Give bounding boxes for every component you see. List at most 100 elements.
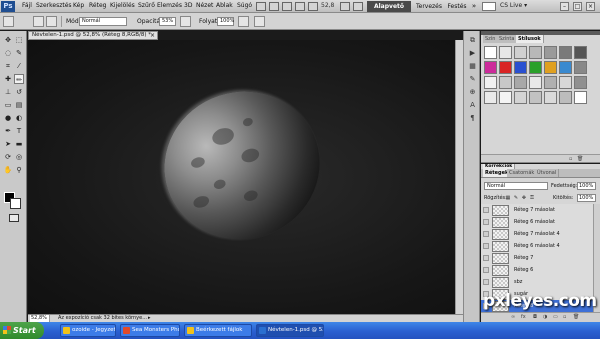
eraser-tool-icon[interactable]: ▭ <box>3 100 13 110</box>
visibility-eye-icon[interactable] <box>483 219 489 225</box>
status-zoom-field[interactable]: 52,8% <box>30 315 50 322</box>
menu-select[interactable]: Kijelölés <box>110 2 135 9</box>
opacity-field[interactable]: 53% <box>159 17 176 26</box>
style-swatch[interactable] <box>499 46 512 59</box>
shape-tool-icon[interactable]: ▬ <box>14 139 24 149</box>
workspace-painting-button[interactable]: Festés <box>446 1 468 12</box>
menu-help[interactable]: Súgó <box>237 2 252 9</box>
menu-image[interactable]: Kép <box>73 2 84 9</box>
style-swatch[interactable] <box>499 61 512 74</box>
brush-panel-toggle-icon[interactable] <box>46 16 57 27</box>
new-layer-icon[interactable]: ▫ <box>563 314 569 320</box>
hand-tool-icon[interactable]: ✋ <box>3 165 13 175</box>
lock-transparency-icon[interactable]: ▦ <box>505 195 511 201</box>
history-brush-tool-icon[interactable]: ↺ <box>14 87 24 97</box>
style-swatch[interactable] <box>559 61 572 74</box>
menu-view[interactable]: Nézet <box>196 2 213 9</box>
search-field[interactable] <box>482 2 496 11</box>
mode-select[interactable]: Normál <box>79 17 127 26</box>
style-swatch[interactable] <box>484 76 497 89</box>
style-swatch[interactable] <box>559 46 572 59</box>
style-swatch[interactable] <box>529 61 542 74</box>
taskbar-window-button[interactable]: ozoide - Jegyzettömb <box>60 324 116 337</box>
adjustment-layer-icon[interactable]: ◑ <box>543 314 549 320</box>
style-swatch[interactable] <box>544 91 557 104</box>
style-swatch[interactable] <box>499 76 512 89</box>
menu-filter[interactable]: Szűrő <box>138 2 155 9</box>
new-group-icon[interactable]: ▭ <box>553 314 559 320</box>
lock-all-icon[interactable]: ⚿ <box>529 195 535 201</box>
cs-live-button[interactable]: CS Live ▾ <box>500 2 527 9</box>
brush-tool-icon[interactable]: ✏ <box>14 74 24 84</box>
character-panel-icon[interactable]: A <box>468 101 477 110</box>
menu-analysis[interactable]: Elemzés <box>157 2 182 9</box>
pressure-size-icon[interactable] <box>254 16 265 27</box>
menu-edit[interactable]: Szerkesztés <box>36 2 72 9</box>
taskbar-window-button[interactable]: Névtelen-1.psd @ 52... <box>256 324 324 337</box>
pressure-opacity-icon[interactable] <box>180 16 191 27</box>
document-canvas[interactable] <box>28 40 462 314</box>
style-swatch[interactable] <box>529 76 542 89</box>
workspace-more-button[interactable]: » <box>470 1 478 12</box>
visibility-eye-icon[interactable] <box>483 207 489 213</box>
workspace-essentials-button[interactable]: Alapvető <box>367 1 411 12</box>
add-mask-icon[interactable]: ◘ <box>533 314 539 320</box>
brush-panel-icon[interactable]: ✎ <box>468 75 477 84</box>
style-swatch[interactable] <box>499 91 512 104</box>
history-panel-icon[interactable]: ⧉ <box>468 36 477 45</box>
style-swatch[interactable] <box>529 91 542 104</box>
layer-style-icon[interactable]: fx <box>521 314 527 320</box>
paragraph-panel-icon[interactable]: ¶ <box>468 114 477 123</box>
style-swatch[interactable] <box>559 91 572 104</box>
zoom-tool-icon[interactable] <box>295 2 305 11</box>
tab-styles[interactable]: Stílusok <box>516 35 544 43</box>
maximize-button[interactable]: □ <box>573 2 582 11</box>
actions-panel-icon[interactable]: ▶ <box>468 49 477 58</box>
flow-field[interactable]: 100% <box>217 17 234 26</box>
marquee-tool-icon[interactable]: ⬚ <box>14 35 24 45</box>
tab-channels[interactable]: Csatornák <box>507 169 538 177</box>
fill-field[interactable]: 100% <box>577 194 596 202</box>
taskbar-window-button[interactable]: Sea Monsters Photos... <box>120 324 180 337</box>
style-swatch[interactable] <box>544 61 557 74</box>
quick-mask-icon[interactable] <box>9 214 19 222</box>
crop-tool-icon[interactable]: ⌗ <box>3 61 13 71</box>
new-style-icon[interactable]: ▫ <box>569 156 575 162</box>
workspace-design-button[interactable]: Tervezés <box>412 1 446 12</box>
status-menu-arrow-icon[interactable]: ▸ <box>148 315 151 322</box>
style-swatch[interactable] <box>484 91 497 104</box>
rotate-view-icon[interactable] <box>308 2 318 11</box>
brush-preset-icon[interactable] <box>3 16 14 27</box>
zoom-level-readout[interactable]: 52,8 <box>321 2 334 9</box>
style-swatch[interactable] <box>514 91 527 104</box>
healing-brush-tool-icon[interactable]: ✚ <box>3 74 13 84</box>
dodge-tool-icon[interactable]: ◐ <box>14 113 24 123</box>
lock-pixels-icon[interactable]: ✎ <box>513 195 519 201</box>
taskbar-window-button[interactable]: Beérkezett fájlok <box>184 324 252 337</box>
type-tool-icon[interactable]: T <box>14 126 24 136</box>
delete-layer-icon[interactable]: 🗑 <box>573 314 579 320</box>
style-swatch[interactable] <box>514 61 527 74</box>
blur-tool-icon[interactable]: ● <box>3 113 13 123</box>
minibridge-icon[interactable] <box>269 2 279 11</box>
style-swatch[interactable] <box>529 46 542 59</box>
airbrush-icon[interactable] <box>238 16 249 27</box>
minimize-button[interactable]: – <box>560 2 569 11</box>
pen-tool-icon[interactable]: ✒ <box>3 126 13 136</box>
screen-mode-icon[interactable] <box>353 2 363 11</box>
blend-mode-select[interactable]: Normál <box>484 182 548 190</box>
document-close-icon[interactable]: × <box>150 32 155 39</box>
style-swatch[interactable] <box>514 46 527 59</box>
style-swatch[interactable] <box>484 61 497 74</box>
close-button[interactable]: × <box>586 2 595 11</box>
start-button[interactable]: Start <box>0 322 44 339</box>
style-swatch[interactable] <box>574 61 587 74</box>
move-tool-icon[interactable]: ✥ <box>3 35 13 45</box>
lock-position-icon[interactable]: ✥ <box>521 195 527 201</box>
arrange-documents-icon[interactable] <box>340 2 350 11</box>
quick-select-tool-icon[interactable]: ✎ <box>14 48 24 58</box>
document-tab[interactable]: Névtelen-1.psd @ 52,8% (Réteg 8,RGB/8) *… <box>28 31 158 40</box>
clone-source-panel-icon[interactable]: ⊕ <box>468 88 477 97</box>
menu-3d[interactable]: 3D <box>184 2 192 9</box>
style-swatch[interactable] <box>574 91 587 104</box>
